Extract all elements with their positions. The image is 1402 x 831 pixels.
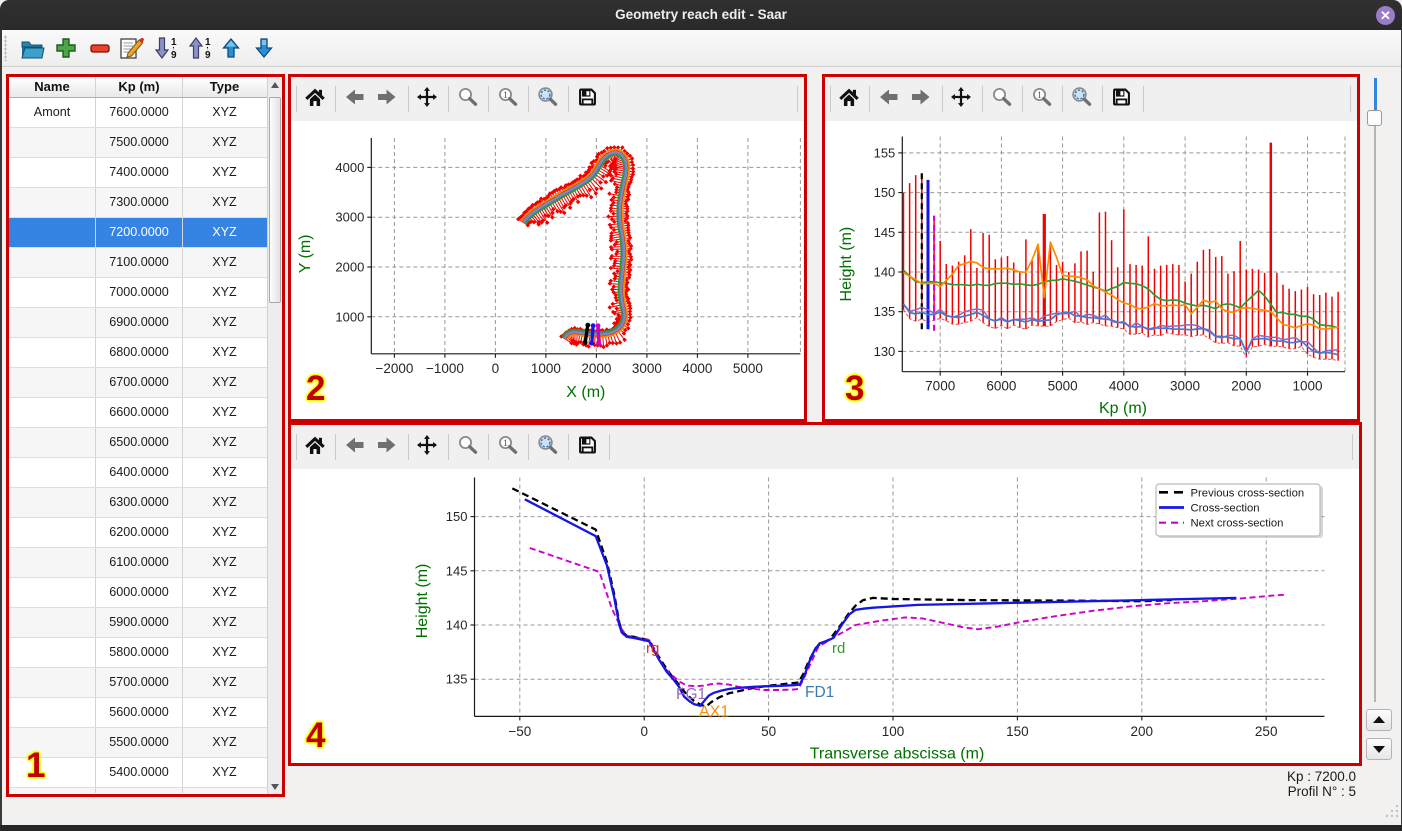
svg-text:200: 200 bbox=[1131, 724, 1154, 739]
svg-text:145: 145 bbox=[874, 225, 896, 240]
svg-text:145: 145 bbox=[446, 563, 468, 578]
svg-text:1000: 1000 bbox=[1292, 379, 1322, 394]
svg-text:AX1: AX1 bbox=[699, 704, 729, 721]
svg-text:50: 50 bbox=[761, 724, 776, 739]
svg-text:1000: 1000 bbox=[335, 309, 364, 324]
svg-text:3000: 3000 bbox=[1170, 379, 1200, 394]
svg-text:FG1: FG1 bbox=[676, 686, 706, 703]
svg-text:250: 250 bbox=[1255, 724, 1278, 739]
svg-text:1: 1 bbox=[171, 37, 177, 48]
svg-text:−1000: −1000 bbox=[426, 361, 464, 376]
svg-text:0: 0 bbox=[640, 724, 648, 739]
svg-text:Kp (m): Kp (m) bbox=[1099, 400, 1147, 417]
svg-text:rd: rd bbox=[832, 640, 845, 657]
svg-text:Previous cross-section: Previous cross-section bbox=[1191, 487, 1305, 499]
svg-text:140: 140 bbox=[874, 265, 896, 280]
svg-text:5000: 5000 bbox=[1048, 379, 1078, 394]
svg-text:140: 140 bbox=[446, 618, 468, 633]
svg-text:3000: 3000 bbox=[632, 361, 662, 376]
svg-text:4000: 4000 bbox=[1109, 379, 1139, 394]
svg-text:4000: 4000 bbox=[682, 361, 712, 376]
svg-text:135: 135 bbox=[874, 304, 896, 319]
svg-text:130: 130 bbox=[874, 344, 896, 359]
svg-text:9: 9 bbox=[171, 50, 177, 61]
svg-text:Height (m): Height (m) bbox=[414, 564, 431, 639]
svg-text:4000: 4000 bbox=[335, 160, 364, 175]
svg-text:1000: 1000 bbox=[531, 361, 561, 376]
svg-text:1: 1 bbox=[205, 37, 211, 48]
svg-text:2000: 2000 bbox=[581, 361, 611, 376]
svg-text:150: 150 bbox=[874, 185, 896, 200]
svg-text:−2000: −2000 bbox=[375, 361, 413, 376]
svg-text:2000: 2000 bbox=[1231, 379, 1261, 394]
svg-text:7000: 7000 bbox=[925, 379, 955, 394]
svg-text:150: 150 bbox=[1006, 724, 1029, 739]
svg-text:Height (m): Height (m) bbox=[838, 227, 855, 302]
svg-text:9: 9 bbox=[205, 50, 211, 61]
svg-text:150: 150 bbox=[446, 509, 468, 524]
svg-text:Y (m): Y (m) bbox=[297, 234, 314, 273]
svg-text:0: 0 bbox=[492, 361, 500, 376]
svg-text:100: 100 bbox=[882, 724, 905, 739]
svg-text:X (m): X (m) bbox=[566, 384, 605, 401]
svg-text:5000: 5000 bbox=[733, 361, 763, 376]
svg-text:135: 135 bbox=[446, 672, 468, 687]
svg-text:Transverse abscissa (m): Transverse abscissa (m) bbox=[810, 746, 985, 763]
svg-text:155: 155 bbox=[874, 145, 896, 160]
svg-text:Cross-section: Cross-section bbox=[1191, 503, 1260, 515]
svg-text:rg: rg bbox=[646, 640, 659, 657]
svg-text:FD1: FD1 bbox=[805, 684, 834, 701]
svg-text:3000: 3000 bbox=[335, 210, 364, 225]
svg-text:−50: −50 bbox=[508, 724, 531, 739]
svg-text:2000: 2000 bbox=[335, 260, 364, 275]
svg-text:6000: 6000 bbox=[986, 379, 1016, 394]
svg-text:Next cross-section: Next cross-section bbox=[1191, 518, 1284, 530]
